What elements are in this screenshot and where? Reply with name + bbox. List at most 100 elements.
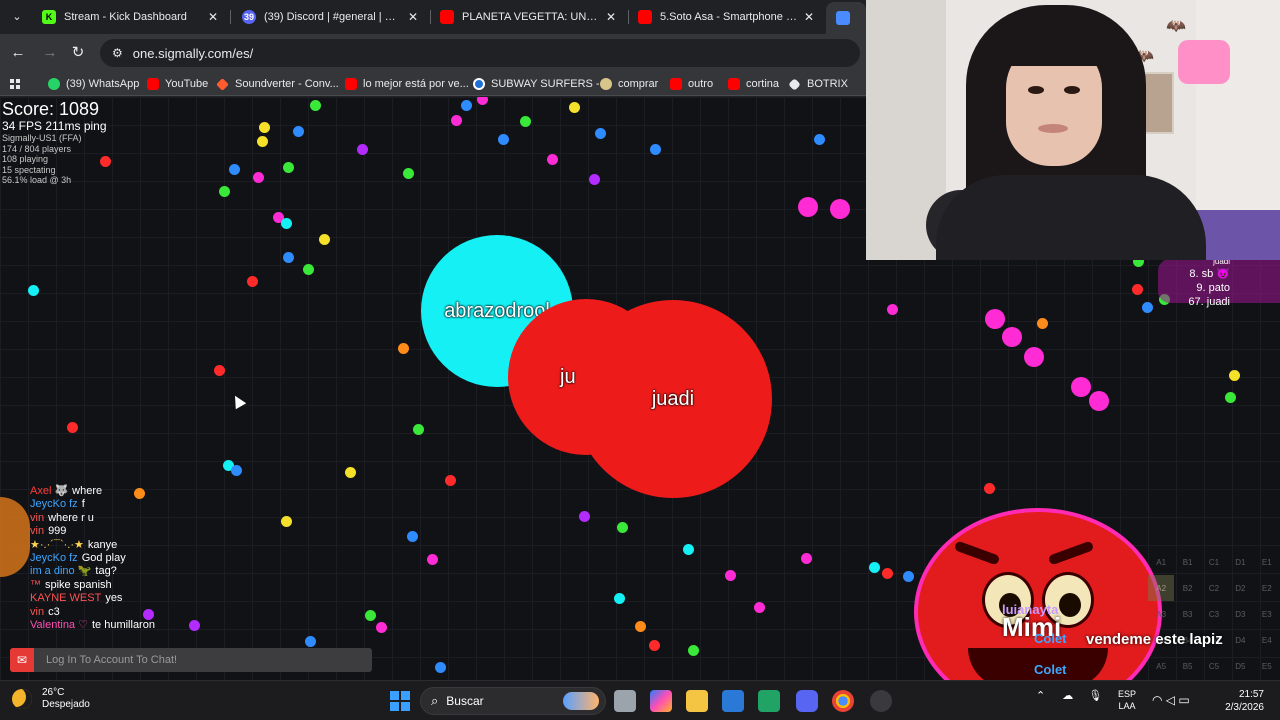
clock[interactable]: 21:57 2/3/2026 <box>1204 688 1264 714</box>
excel-icon[interactable] <box>758 690 780 712</box>
food-pellet <box>616 521 628 533</box>
tab-planeta-vegetta[interactable]: PLANETA VEGETTA: UNA GRAN ✕ <box>430 4 626 30</box>
overlay-username: luianayta <box>1002 602 1059 617</box>
system-tray[interactable]: ⌃ ☁ 🎙 <box>1036 689 1102 702</box>
food-pellet <box>568 101 580 113</box>
heart-sticker-icon <box>1178 40 1230 84</box>
food-pellet <box>687 644 699 656</box>
chat-username: Valentina ♡ <box>30 619 88 632</box>
tab-soto-asa[interactable]: 5.Soto Asa - Smartphone (ft. La ✕ <box>628 4 824 30</box>
food-pellet <box>280 217 292 229</box>
language-indicator[interactable]: ESP LAA <box>1118 688 1136 712</box>
bookmark-whatsapp[interactable]: (39) WhatsApp <box>48 76 139 92</box>
chat-text: where r u <box>48 511 94 524</box>
food-pellet <box>292 125 304 137</box>
food-pellet <box>402 167 414 179</box>
bookmark-soundverter[interactable]: Soundverter - Conv... <box>216 76 339 92</box>
reload-icon[interactable]: ↻ <box>68 43 88 63</box>
copilot-icon[interactable] <box>650 690 672 712</box>
tab-discord[interactable]: 39 (39) Discord | #general | CALAVERA ✕ <box>232 4 428 30</box>
task-view-icon[interactable] <box>614 690 636 712</box>
bookmark-lo-mejor[interactable]: lo mejor está por ve... <box>345 76 469 92</box>
food-pellet <box>753 601 765 613</box>
chat-username: im a dino 🦖 <box>30 565 92 578</box>
tab-kick-dashboard[interactable]: K Stream - Kick Dashboard ✕ <box>32 4 228 30</box>
food-pellet <box>476 97 488 105</box>
file-explorer-icon[interactable] <box>686 690 708 712</box>
chat-username: ★·.·´¯`·.·★ <box>30 538 84 551</box>
food-pellet <box>375 621 387 633</box>
tab-search-icon[interactable]: ⌄ <box>8 9 26 25</box>
start-button[interactable] <box>390 691 410 711</box>
chat-text: God play <box>81 552 126 565</box>
minimap-cell: E4 <box>1261 635 1272 645</box>
windows-taskbar: 26°C Despejado ⌕ Buscar ⌃ ☁ 🎙 ESP LAA ◠ … <box>0 680 1280 720</box>
browser-toolbar: ← → ↻ ⚙ one.sigmally.com/es/ <box>0 34 866 72</box>
temperature: 26°C <box>42 687 65 698</box>
food-pellet <box>613 592 625 604</box>
forward-icon[interactable]: → <box>40 43 60 63</box>
chat-text: kanye <box>87 538 118 551</box>
food-pellet <box>397 342 409 354</box>
chat-username: vin <box>30 511 45 524</box>
food-pellet <box>1224 391 1236 403</box>
close-tab-icon[interactable]: ✕ <box>804 10 814 24</box>
botrix-icon <box>788 77 801 91</box>
moon-icon <box>12 689 32 709</box>
weather-condition: Despejado <box>42 699 90 710</box>
tab-active-sigmally[interactable]: Ag <box>826 2 866 34</box>
food-pellet <box>868 561 880 573</box>
back-icon[interactable]: ← <box>8 43 28 63</box>
microphone-icon[interactable]: 🎙 <box>1088 690 1102 702</box>
chrome-icon[interactable] <box>832 690 854 712</box>
bookmark-botrix[interactable]: BOTRIX <box>788 76 848 92</box>
close-tab-icon[interactable]: ✕ <box>208 10 218 24</box>
discord-taskbar-icon[interactable] <box>796 690 818 712</box>
bookmark-cortina[interactable]: cortina <box>728 76 779 92</box>
food-pellet <box>309 99 321 111</box>
chat-side-avatar <box>0 497 30 577</box>
chat-message: vin where r u <box>30 512 360 525</box>
food-pellet <box>648 639 660 651</box>
network-volume-battery-icons[interactable]: ◠ ◁ ▭ <box>1152 693 1190 707</box>
minimap-cell: C3 <box>1208 609 1220 619</box>
chat-log: Axel 🐺 where JeycKo fz f vin where r u vin 999 ★… <box>30 485 360 632</box>
close-tab-icon[interactable]: ✕ <box>408 10 418 24</box>
minimap-cell: E1 <box>1261 557 1272 567</box>
minimap-cell: A1 <box>1156 557 1167 567</box>
minimap-cell: D5 <box>1235 661 1246 671</box>
search-highlight-icon <box>563 692 599 710</box>
food-pellet <box>444 474 456 486</box>
close-tab-icon[interactable]: ✕ <box>606 10 616 24</box>
url-text: one.sigmally.com/es/ <box>132 45 254 61</box>
food-pellet <box>902 570 914 582</box>
food-pellet <box>356 143 368 155</box>
spectating-text: 15 spectating <box>2 164 56 175</box>
chat-input[interactable]: ✉ Log In To Account To Chat! <box>10 648 372 672</box>
chevron-up-icon[interactable]: ⌃ <box>1036 690 1045 702</box>
cloud-icon[interactable]: ☁ <box>1062 690 1073 702</box>
bookmarks-bar: (39) WhatsApp YouTube Soundverter - Conv… <box>0 72 866 96</box>
bookmark-comprar[interactable]: comprar <box>600 76 658 92</box>
site-info-icon[interactable]: ⚙ <box>112 46 123 60</box>
tab-title: 5.Soto Asa - Smartphone (ft. La <box>660 11 798 23</box>
chat-username: JeycKo fz <box>30 552 78 565</box>
food-pellet <box>1131 283 1143 295</box>
apps-icon[interactable] <box>10 76 20 92</box>
tab-title: PLANETA VEGETTA: UNA GRAN <box>462 11 600 23</box>
chat-message: KAYNE WEST yes <box>30 592 360 605</box>
chat-text: tag? <box>95 565 117 578</box>
food-pellet <box>682 543 694 555</box>
bookmark-subway-surfers[interactable]: SUBWAY SURFERS -... <box>473 76 609 92</box>
bookmark-youtube[interactable]: YouTube <box>147 76 208 92</box>
food-pellet <box>798 197 818 217</box>
taskbar-search[interactable]: ⌕ Buscar <box>420 687 606 715</box>
address-bar[interactable]: ⚙ one.sigmally.com/es/ <box>100 39 860 67</box>
obs-icon[interactable] <box>870 690 892 712</box>
bookmark-outro[interactable]: outro <box>670 76 713 92</box>
weather-widget[interactable]: 26°C Despejado <box>12 687 90 711</box>
store-icon[interactable] <box>722 690 744 712</box>
food-pellet <box>1228 369 1240 381</box>
chat-message: Valentina ♡ te humillaron <box>30 619 360 632</box>
tab-title: Stream - Kick Dashboard <box>64 11 187 23</box>
